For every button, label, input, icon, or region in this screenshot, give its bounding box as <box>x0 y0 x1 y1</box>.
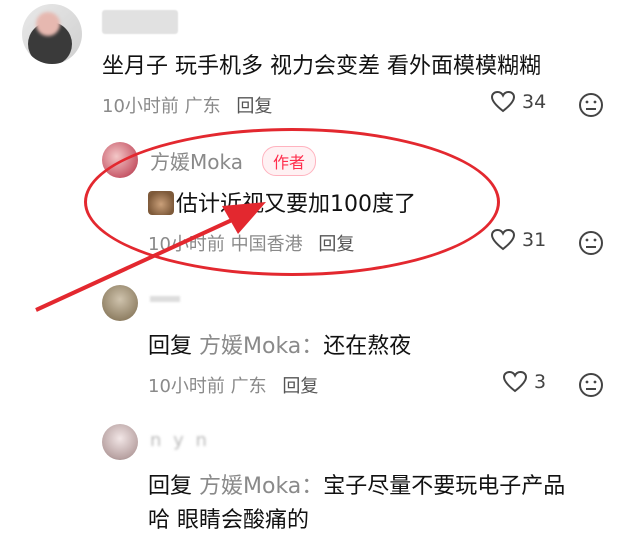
annotation-arrow <box>35 202 266 312</box>
